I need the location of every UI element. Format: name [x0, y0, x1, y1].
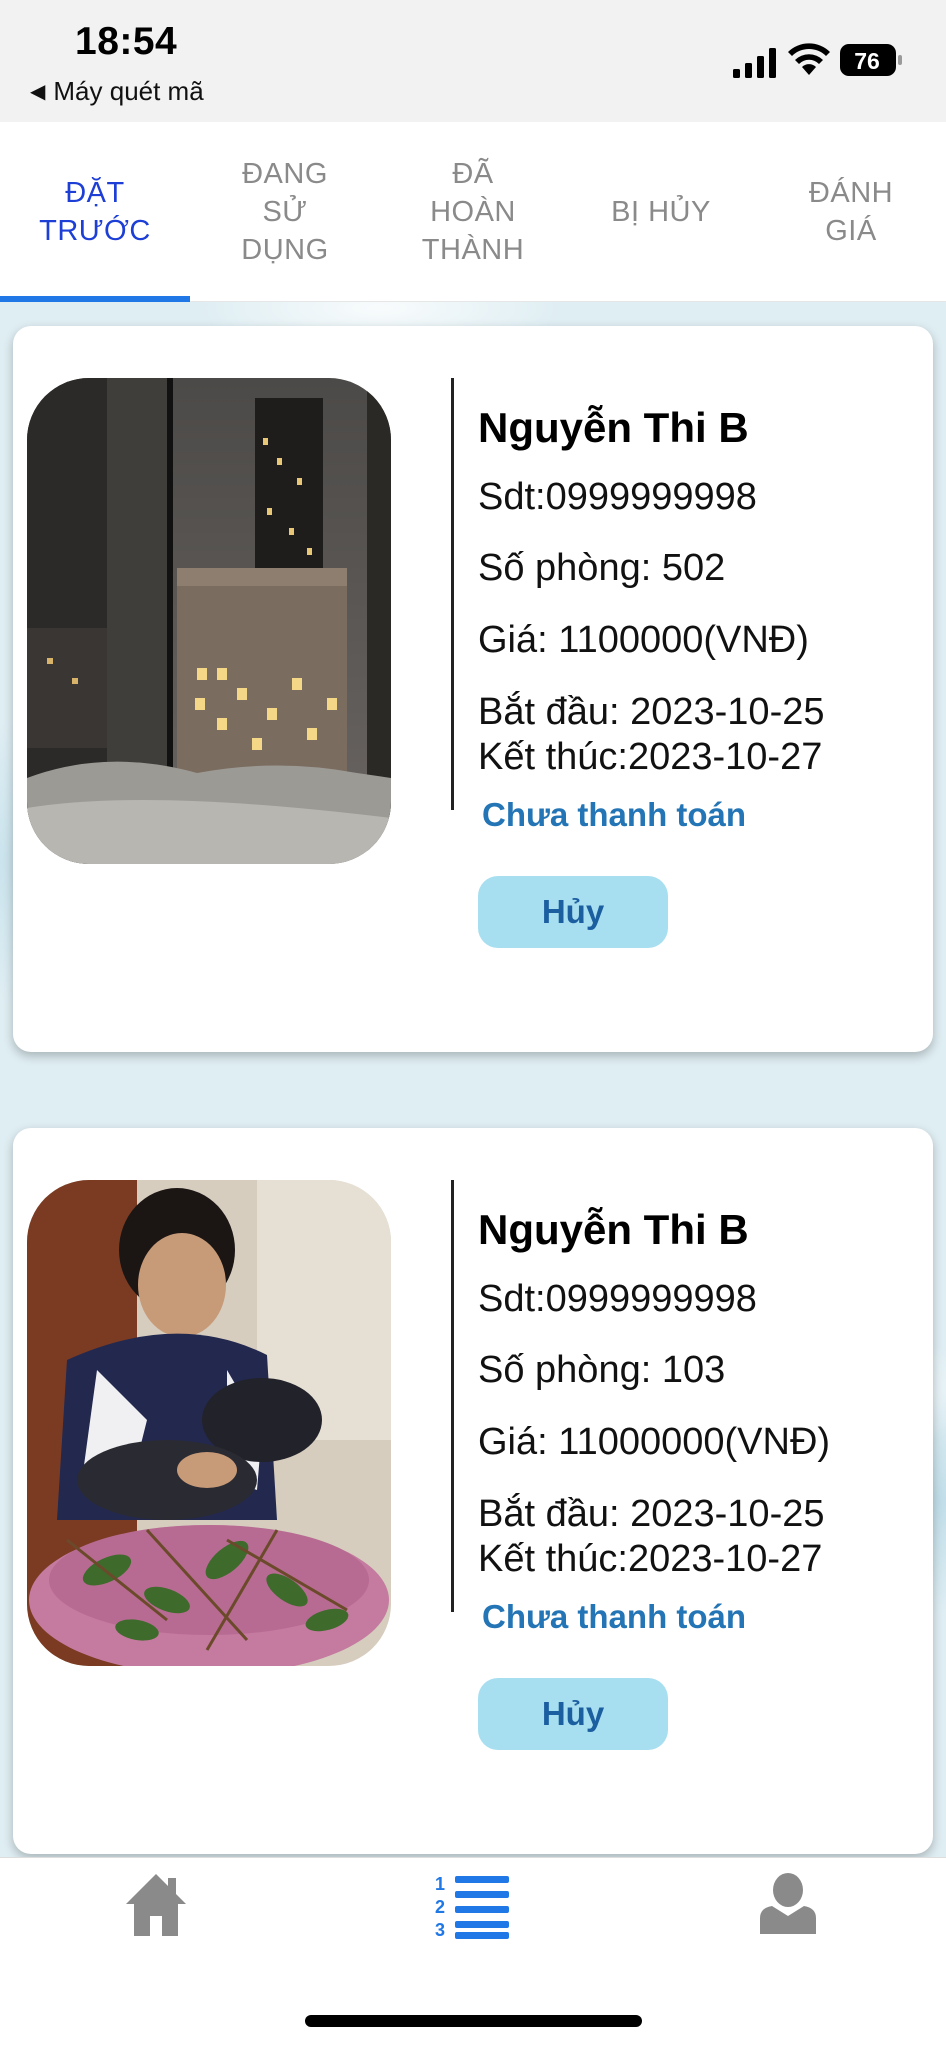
- booking-card: Nguyễn Thi B Sdt:0999999998 Số phòng: 10…: [13, 1128, 933, 1854]
- status-bar: 18:54 ◀ Máy quét mã 76: [0, 0, 946, 122]
- battery-level: 76: [854, 48, 880, 74]
- booking-price: Giá: 11000000(VNĐ): [478, 1421, 831, 1463]
- start-date: Bắt đầu: 2023-10-25: [478, 1493, 825, 1535]
- booking-price: Giá: 1100000(VNĐ): [478, 619, 809, 661]
- tab-reserved[interactable]: ĐẶT TRƯỚC: [0, 122, 190, 302]
- user-icon: [760, 1873, 816, 1934]
- nav-profile[interactable]: [760, 1872, 816, 1939]
- cancel-booking-button[interactable]: Hủy: [478, 1678, 668, 1750]
- booking-card: Nguyễn Thi B Sdt:0999999998 Số phòng: 50…: [13, 326, 933, 1052]
- room-number: Số phòng: 502: [478, 547, 726, 589]
- numbered-list-icon: 1 2 3: [435, 1874, 509, 1940]
- back-app-label: Máy quét mã: [53, 76, 204, 106]
- guest-name: Nguyễn Thi B: [478, 404, 749, 451]
- back-triangle-icon: ◀: [30, 81, 46, 103]
- tab-review[interactable]: ĐÁNH GIÁ: [756, 122, 946, 302]
- svg-text:2: 2: [435, 1897, 445, 1917]
- guest-phone: Sdt:0999999998: [478, 476, 757, 518]
- guest-phone: Sdt:0999999998: [478, 1278, 757, 1320]
- status-time: 18:54: [75, 20, 178, 63]
- payment-status: Chưa thanh toán: [482, 796, 747, 833]
- tab-completed[interactable]: ĐÃ HOÀN THÀNH: [378, 122, 568, 302]
- room-photo: [27, 1180, 391, 1666]
- tab-cancelled[interactable]: BỊ HỦY: [566, 122, 756, 302]
- tab-in-use[interactable]: ĐANG SỬ DỤNG: [190, 122, 380, 302]
- room-number: Số phòng: 103: [478, 1349, 726, 1391]
- home-indicator[interactable]: [305, 2015, 642, 2027]
- cancel-booking-button[interactable]: Hủy: [478, 876, 668, 948]
- start-date: Bắt đầu: 2023-10-25: [478, 691, 825, 733]
- home-icon: [126, 1874, 186, 1936]
- back-to-app-link[interactable]: ◀ Máy quét mã: [30, 76, 204, 107]
- guest-name: Nguyễn Thi B: [478, 1206, 749, 1253]
- payment-status: Chưa thanh toán: [482, 1598, 747, 1635]
- battery-icon: 76: [840, 44, 902, 76]
- nav-bookings[interactable]: 1 2 3: [435, 1872, 511, 1945]
- svg-text:3: 3: [435, 1920, 445, 1940]
- card-divider: [451, 378, 454, 810]
- booking-tabs: ĐẶT TRƯỚC ĐANG SỬ DỤNG ĐÃ HOÀN THÀNH BỊ …: [0, 122, 946, 302]
- city-night-window-image: [27, 378, 391, 864]
- wifi-icon: [788, 43, 830, 75]
- booking-list[interactable]: Nguyễn Thi B Sdt:0999999998 Số phòng: 50…: [0, 302, 946, 1857]
- end-date: Kết thúc:2023-10-27: [478, 1538, 823, 1580]
- nav-home[interactable]: [124, 1872, 188, 1943]
- svg-text:1: 1: [435, 1874, 445, 1894]
- cellular-signal-icon: [733, 48, 776, 78]
- room-photo: [27, 378, 391, 864]
- card-divider: [451, 1180, 454, 1612]
- person-sitting-image: [27, 1180, 391, 1666]
- end-date: Kết thúc:2023-10-27: [478, 736, 823, 778]
